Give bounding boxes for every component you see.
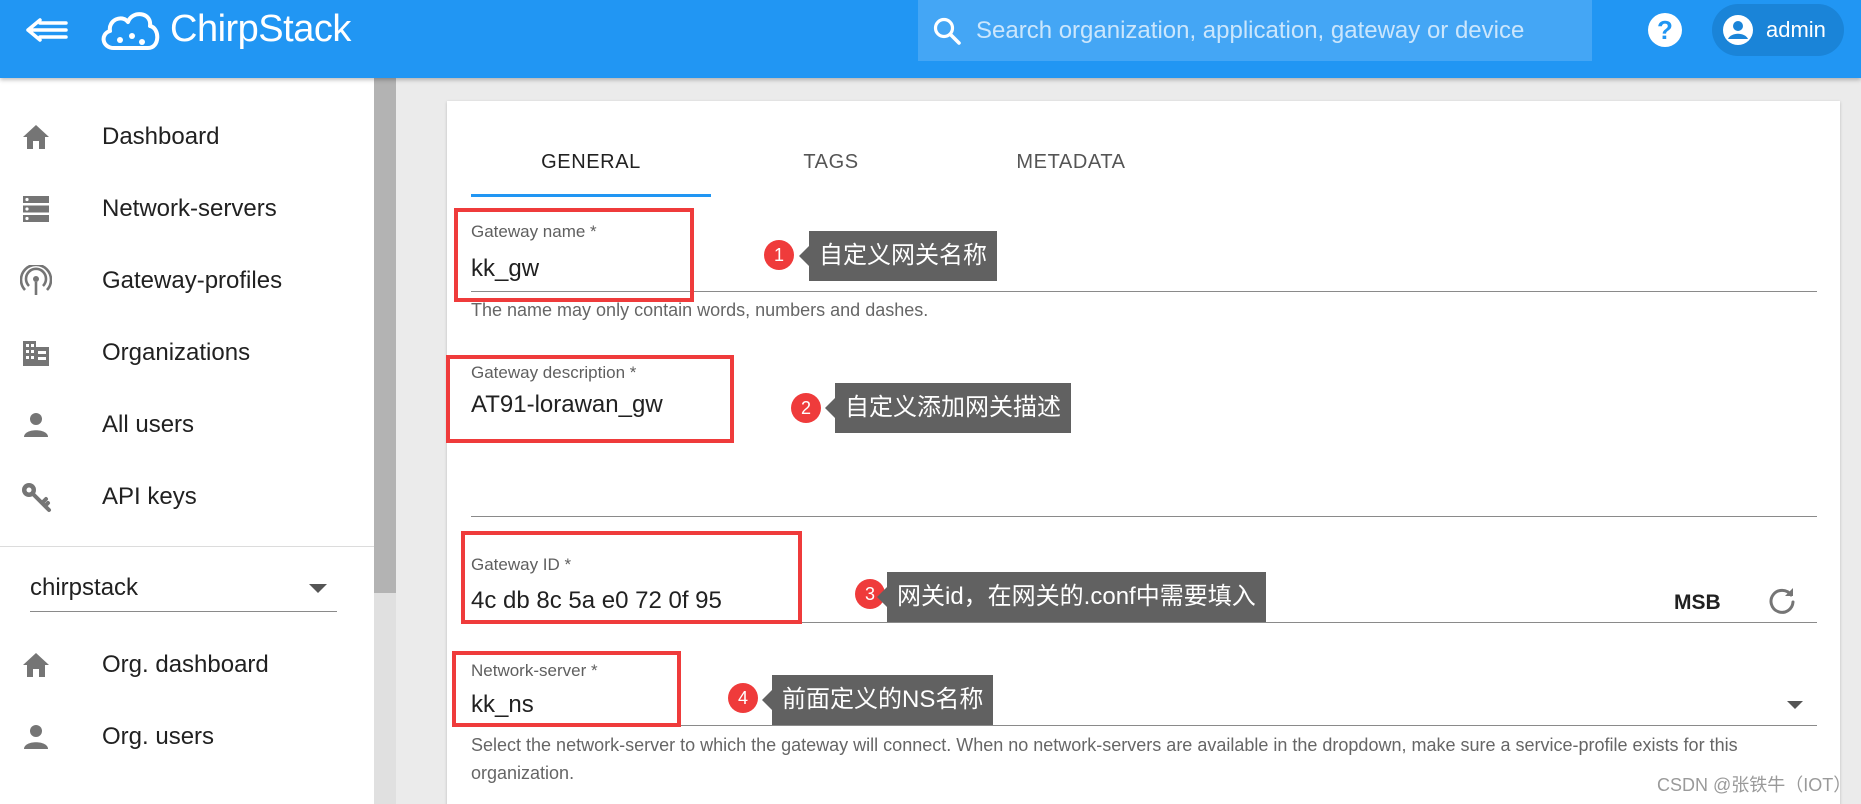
organization-select[interactable]: chirpstack <box>30 564 337 612</box>
home-icon <box>20 121 52 153</box>
brand-name: ChirpStack <box>170 7 351 50</box>
tab-indicator <box>471 194 711 197</box>
domain-icon <box>20 337 52 369</box>
annotation-badge-1: 1 <box>764 240 794 270</box>
search-icon <box>933 17 961 45</box>
cloud-logo-icon <box>101 12 160 50</box>
back-menu-icon[interactable] <box>26 14 68 46</box>
help-icon[interactable]: ? <box>1648 13 1682 47</box>
account-icon <box>20 721 52 753</box>
account-icon <box>20 409 52 441</box>
chevron-down-icon <box>309 584 327 593</box>
user-menu-button[interactable]: admin <box>1712 4 1844 56</box>
byte-order-toggle[interactable]: MSB <box>1674 591 1721 615</box>
sidebar-item-organizations[interactable]: Organizations <box>0 317 374 389</box>
chevron-down-icon[interactable] <box>1787 701 1803 709</box>
annotation-callout-4: 前面定义的NS名称 <box>761 675 994 725</box>
sidebar-item-label: Org. users <box>102 723 215 750</box>
chirpstack-logo[interactable]: ChirpStack <box>98 0 351 58</box>
refresh-icon[interactable] <box>1766 585 1798 622</box>
sidebar-item-gateway-profiles[interactable]: Gateway-profiles <box>0 245 374 317</box>
account-circle-icon <box>1723 15 1753 45</box>
annotation-badge-4: 4 <box>728 683 758 713</box>
sidebar: Dashboard Network-servers Gateway-profil… <box>0 78 374 804</box>
sidebar-item-label: Organizations <box>102 339 251 366</box>
annotation-highlight-gateway-description <box>446 355 734 443</box>
tab-metadata[interactable]: METADATA <box>951 127 1191 197</box>
user-name: admin <box>1766 17 1826 42</box>
annotation-badge-2: 2 <box>791 393 821 423</box>
gateway-description-underline <box>471 516 1817 517</box>
annotation-highlight-gateway-name <box>454 208 694 302</box>
annotation-callout-2: 自定义添加网关描述 <box>825 383 1071 433</box>
sidebar-item-label: Dashboard <box>102 123 220 150</box>
server-icon <box>20 193 52 225</box>
watermark: CSDN @张铁牛（IOT） <box>1657 775 1852 795</box>
sidebar-item-all-users[interactable]: All users <box>0 389 374 461</box>
app-bar: ChirpStack ? admin <box>0 0 1861 78</box>
sidebar-item-label: Network-servers <box>102 195 277 222</box>
tab-general[interactable]: GENERAL <box>471 127 711 197</box>
home-icon <box>20 649 52 681</box>
sidebar-item-label: Gateway-profiles <box>102 267 283 294</box>
sidebar-item-network-servers[interactable]: Network-servers <box>0 173 374 245</box>
radio-tower-icon <box>20 265 52 297</box>
annotation-highlight-gateway-id <box>461 531 802 624</box>
sidebar-item-label: Org. dashboard <box>102 651 269 678</box>
organization-select-value: chirpstack <box>30 574 139 601</box>
sidebar-item-label: All users <box>102 411 195 438</box>
key-icon <box>20 481 52 513</box>
network-server-helper: Select the network-server to which the g… <box>471 735 1738 783</box>
sidebar-scrollbar-thumb[interactable] <box>374 78 396 593</box>
search-box[interactable] <box>918 0 1592 61</box>
annotation-callout-1: 自定义网关名称 <box>799 231 997 281</box>
tab-tags[interactable]: TAGS <box>711 127 951 197</box>
annotation-callout-3: 网关id，在网关的.conf中需要填入 <box>877 572 1266 622</box>
sidebar-divider <box>0 546 374 547</box>
sidebar-item-org-users[interactable]: Org. users <box>0 701 374 773</box>
sidebar-item-label: API keys <box>102 483 197 510</box>
sidebar-item-api-keys[interactable]: API keys <box>0 461 374 533</box>
annotation-highlight-network-server <box>452 651 681 727</box>
gateway-form-card: GENERAL TAGS METADATA Gateway name * The… <box>446 101 1840 804</box>
sidebar-item-org-dashboard[interactable]: Org. dashboard <box>0 629 374 701</box>
sidebar-item-dashboard[interactable]: Dashboard <box>0 101 374 173</box>
search-input[interactable] <box>976 16 1576 45</box>
